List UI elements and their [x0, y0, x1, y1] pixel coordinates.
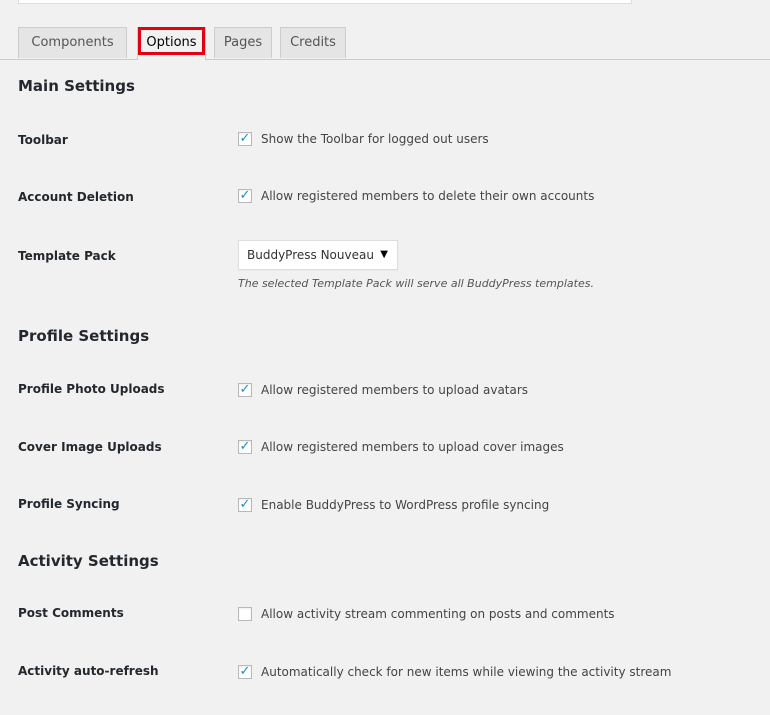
- post-comments-label: Post Comments: [18, 606, 124, 620]
- account-deletion-checkbox[interactable]: ✓: [238, 189, 252, 203]
- profile-settings-heading: Profile Settings: [18, 327, 150, 345]
- main-settings-heading: Main Settings: [18, 77, 135, 95]
- top-panel-edge: [18, 0, 632, 4]
- profile-syncing-checkbox[interactable]: ✓: [238, 498, 252, 512]
- cover-image-checkbox[interactable]: ✓: [238, 440, 252, 454]
- profile-photo-option-text: Allow registered members to upload avata…: [261, 383, 529, 397]
- toolbar-option-text: Show the Toolbar for logged out users: [261, 132, 489, 146]
- profile-photo-option[interactable]: ✓ Allow registered members to upload ava…: [238, 383, 528, 397]
- profile-photo-checkbox[interactable]: ✓: [238, 383, 252, 397]
- cover-image-option-text: Allow registered members to upload cover…: [261, 440, 564, 454]
- template-pack-label: Template Pack: [18, 249, 116, 263]
- post-comments-option-text: Allow activity stream commenting on post…: [261, 607, 615, 621]
- checkmark-icon: ✓: [239, 497, 251, 512]
- cover-image-option[interactable]: ✓ Allow registered members to upload cov…: [238, 440, 564, 454]
- account-deletion-option-text: Allow registered members to delete their…: [261, 189, 595, 203]
- toolbar-label: Toolbar: [18, 133, 68, 147]
- settings-tabs: Components Options Pages Credits: [0, 27, 770, 60]
- tab-components[interactable]: Components: [18, 27, 127, 58]
- account-deletion-option[interactable]: ✓ Allow registered members to delete the…: [238, 189, 594, 203]
- tab-credits[interactable]: Credits: [280, 27, 346, 58]
- account-deletion-label: Account Deletion: [18, 190, 134, 204]
- auto-refresh-option[interactable]: ✓ Automatically check for new items whil…: [238, 665, 671, 679]
- cover-image-label: Cover Image Uploads: [18, 440, 162, 454]
- toolbar-checkbox[interactable]: ✓: [238, 132, 252, 146]
- checkmark-icon: ✓: [239, 382, 251, 397]
- template-pack-value: BuddyPress Nouveau: [247, 248, 374, 262]
- auto-refresh-label: Activity auto-refresh: [18, 664, 159, 678]
- dropdown-arrow-icon: ▼: [380, 249, 388, 260]
- profile-syncing-option[interactable]: ✓ Enable BuddyPress to WordPress profile…: [238, 498, 549, 512]
- profile-photo-label: Profile Photo Uploads: [18, 382, 165, 396]
- checkmark-icon: ✓: [239, 439, 251, 454]
- activity-settings-heading: Activity Settings: [18, 552, 159, 570]
- tab-options[interactable]: Options: [137, 27, 206, 60]
- profile-syncing-label: Profile Syncing: [18, 497, 120, 511]
- toolbar-option[interactable]: ✓ Show the Toolbar for logged out users: [238, 132, 489, 146]
- auto-refresh-option-text: Automatically check for new items while …: [261, 665, 672, 679]
- tab-pages[interactable]: Pages: [214, 27, 272, 58]
- profile-syncing-option-text: Enable BuddyPress to WordPress profile s…: [261, 498, 550, 512]
- auto-refresh-checkbox[interactable]: ✓: [238, 665, 252, 679]
- checkmark-icon: ✓: [239, 188, 251, 203]
- checkmark-icon: ✓: [239, 131, 251, 146]
- checkmark-icon: ✓: [239, 664, 251, 679]
- post-comments-option[interactable]: Allow activity stream commenting on post…: [238, 607, 615, 621]
- post-comments-checkbox[interactable]: [238, 607, 252, 621]
- template-pack-select[interactable]: BuddyPress Nouveau ▼: [238, 240, 398, 270]
- template-pack-description: The selected Template Pack will serve al…: [238, 277, 594, 290]
